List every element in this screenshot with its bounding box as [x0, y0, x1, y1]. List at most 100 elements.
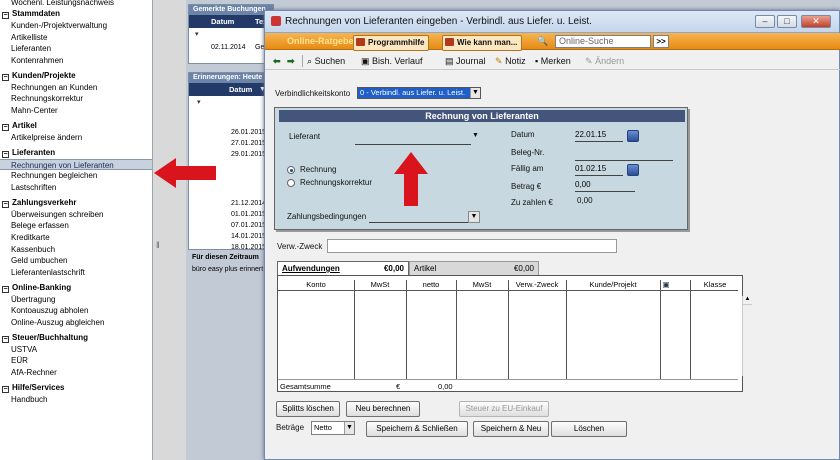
lieferant-field[interactable] — [355, 144, 471, 145]
splitter-grip-icon[interactable]: ‖ — [156, 240, 160, 250]
sidebar-item[interactable]: EÜR — [0, 355, 152, 367]
grid-scrollbar[interactable]: ▲ — [742, 296, 752, 376]
back-arrow-icon[interactable]: ⬅ — [273, 55, 281, 67]
sidebar-item[interactable]: Mahn-Center — [0, 105, 152, 117]
sidebar-item[interactable]: Lastschriften — [0, 182, 152, 194]
verbindlichkeitskonto-select[interactable]: 0 - Verbindl. aus Liefer. u. Leist. ▼ — [357, 87, 481, 99]
table-row[interactable]: 01.01.2015 — [189, 209, 273, 220]
belegnr-field[interactable] — [575, 160, 673, 161]
reminders-expander[interactable]: ▾ — [189, 96, 273, 109]
sidebar-splitter[interactable]: ‖ — [153, 0, 186, 460]
zahlungsbedingungen-field[interactable] — [369, 222, 469, 223]
chevron-down-icon[interactable]: ▼ — [468, 211, 480, 223]
sidebar-section-header[interactable]: − Stammdaten — [0, 8, 152, 20]
splitts-loeschen-button[interactable]: Splitts löschen — [276, 401, 340, 417]
loeschen-button[interactable]: Löschen — [551, 421, 627, 437]
close-button[interactable]: ✕ — [801, 15, 831, 28]
sidebar-item[interactable]: Kreditkarte — [0, 232, 152, 244]
col-datum[interactable]: Datum — [211, 15, 234, 28]
tab-artikel[interactable]: Artikel €0,00 — [409, 261, 539, 275]
grid-col-header[interactable]: MwSt — [456, 280, 508, 290]
minimize-button[interactable]: – — [755, 15, 775, 28]
chevron-down-icon[interactable]: ▼ — [470, 88, 480, 98]
neu-berechnen-button[interactable]: Neu berechnen — [346, 401, 420, 417]
col-datum[interactable]: Datum — [229, 83, 252, 96]
sidebar-item[interactable]: Rechnungskorrektur — [0, 93, 152, 105]
programmhilfe-button[interactable]: Programmhilfe — [353, 35, 430, 51]
dialog-titlebar[interactable]: Rechnungen von Lieferanten eingeben - Ve… — [265, 11, 839, 33]
sidebar-section-header[interactable]: − Lieferanten — [0, 147, 152, 159]
sidebar-item[interactable]: Kontoauszug abholen — [0, 305, 152, 317]
sidebar-item[interactable]: Belege erfassen — [0, 220, 152, 232]
calendar-icon[interactable] — [627, 164, 639, 176]
grid-col-header[interactable]: Konto — [278, 280, 354, 290]
sidebar-item[interactable]: Handbuch — [0, 394, 152, 406]
sidebar-item[interactable]: Artikelliste — [0, 32, 152, 44]
rechnungskorrektur-radio[interactable] — [287, 179, 295, 187]
grid-col-header[interactable]: Klasse — [690, 280, 740, 290]
sidebar-section-header[interactable]: − Kunden/Projekte — [0, 70, 152, 82]
sidebar-section-header[interactable]: − Zahlungsverkehr — [0, 197, 152, 209]
sidebar-item[interactable]: Lieferantenlastschrift — [0, 267, 152, 279]
verwzweck-input[interactable] — [327, 239, 617, 253]
sidebar-item[interactable]: Lieferanten — [0, 43, 152, 55]
grid-col-header[interactable]: netto — [406, 280, 456, 290]
chevron-down-icon[interactable]: ▼ — [472, 132, 479, 139]
speichern-schliessen-button[interactable]: Speichern & Schließen — [366, 421, 468, 437]
chevron-down-icon[interactable]: ▼ — [344, 422, 354, 434]
online-search-input[interactable]: Online-Suche — [555, 35, 651, 48]
table-row[interactable]: 02.11.2014 Ge — [189, 42, 273, 53]
collapse-icon[interactable]: − — [2, 123, 9, 131]
forward-arrow-icon[interactable]: ➡ — [287, 55, 295, 67]
calendar-icon[interactable] — [627, 130, 639, 142]
collapse-icon[interactable]: − — [2, 73, 9, 81]
sidebar-item[interactable]: Rechnungen begleichen — [0, 170, 152, 182]
saved-bookings-expander[interactable]: ▾ — [189, 28, 273, 42]
sidebar-section-header[interactable]: − Hilfe/Services — [0, 382, 152, 394]
betraege-select[interactable]: Netto ▼ — [311, 421, 355, 435]
collapse-icon[interactable]: − — [2, 200, 9, 208]
table-row[interactable]: 14.01.2015 — [189, 231, 273, 242]
table-row[interactable]: 18.01.2015 — [189, 242, 273, 253]
sidebar-item[interactable]: Rechnungen von Lieferanten — [0, 158, 152, 171]
grid-settings-icon[interactable]: ▣ — [660, 280, 672, 290]
aendern-button[interactable]: ✎ Ändern — [585, 55, 624, 67]
steuer-eu-button[interactable]: Steuer zu EU-Einkauf — [459, 401, 549, 417]
table-row[interactable]: 26.01.2015 — [189, 127, 273, 138]
grid-col-header[interactable]: MwSt — [354, 280, 406, 290]
merken-button[interactable]: ▪ Merken — [535, 55, 571, 67]
table-row[interactable]: 21.12.2014 — [189, 198, 273, 209]
history-button[interactable]: ▣ Bish. Verlauf — [361, 55, 423, 67]
tab-aufwendungen[interactable]: Aufwendungen €0,00 — [277, 261, 409, 275]
sidebar-item[interactable]: Kassenbuch — [0, 244, 152, 256]
sidebar-item[interactable]: Geld umbuchen — [0, 255, 152, 267]
grid-col-header[interactable]: Verw.-Zweck — [508, 280, 566, 290]
search-go-button[interactable]: >> — [653, 35, 669, 48]
speichern-neu-button[interactable]: Speichern & Neu — [473, 421, 549, 437]
sidebar-section-header[interactable]: − Online-Banking — [0, 282, 152, 294]
rechnung-radio[interactable] — [287, 166, 295, 174]
sidebar-item[interactable]: Artikelpreise ändern — [0, 132, 152, 144]
online-ratgeber-link[interactable]: Online-Ratgeber — [287, 35, 357, 48]
wie-kann-man-button[interactable]: Wie kann man... — [442, 35, 523, 51]
faellig-field[interactable]: 01.02.15 — [575, 162, 623, 176]
grid-col-header[interactable]: Kunde/Projekt — [566, 280, 660, 290]
collapse-icon[interactable]: − — [2, 335, 9, 343]
betrag-field[interactable]: 0,00 — [575, 178, 635, 192]
sidebar-item[interactable]: Übertragung — [0, 294, 152, 306]
journal-button[interactable]: ▤ Journal — [445, 55, 486, 67]
notiz-button[interactable]: ✎ Notiz — [495, 55, 526, 67]
sidebar-item[interactable]: USTVA — [0, 344, 152, 356]
sidebar-section-header[interactable]: − Artikel — [0, 120, 152, 132]
sidebar-item[interactable]: Rechnungen an Kunden — [0, 82, 152, 94]
sidebar-section-header[interactable]: − Steuer/Buchhaltung — [0, 332, 152, 344]
collapse-icon[interactable]: − — [2, 385, 9, 393]
sidebar-item[interactable]: Überweisungen schreiben — [0, 209, 152, 221]
sidebar-item[interactable]: Kunden-/Projektverwaltung — [0, 20, 152, 32]
table-row[interactable]: 07.01.2015 — [189, 220, 273, 231]
table-row[interactable]: 27.01.2015 — [189, 138, 273, 149]
datum-field[interactable]: 22.01.15 — [575, 128, 623, 142]
collapse-icon[interactable]: − — [2, 150, 9, 158]
sidebar-item-top[interactable]: Wochenl. Leistungsnachweis — [0, 0, 152, 8]
sidebar-item[interactable]: Online-Auszug abgleichen — [0, 317, 152, 329]
